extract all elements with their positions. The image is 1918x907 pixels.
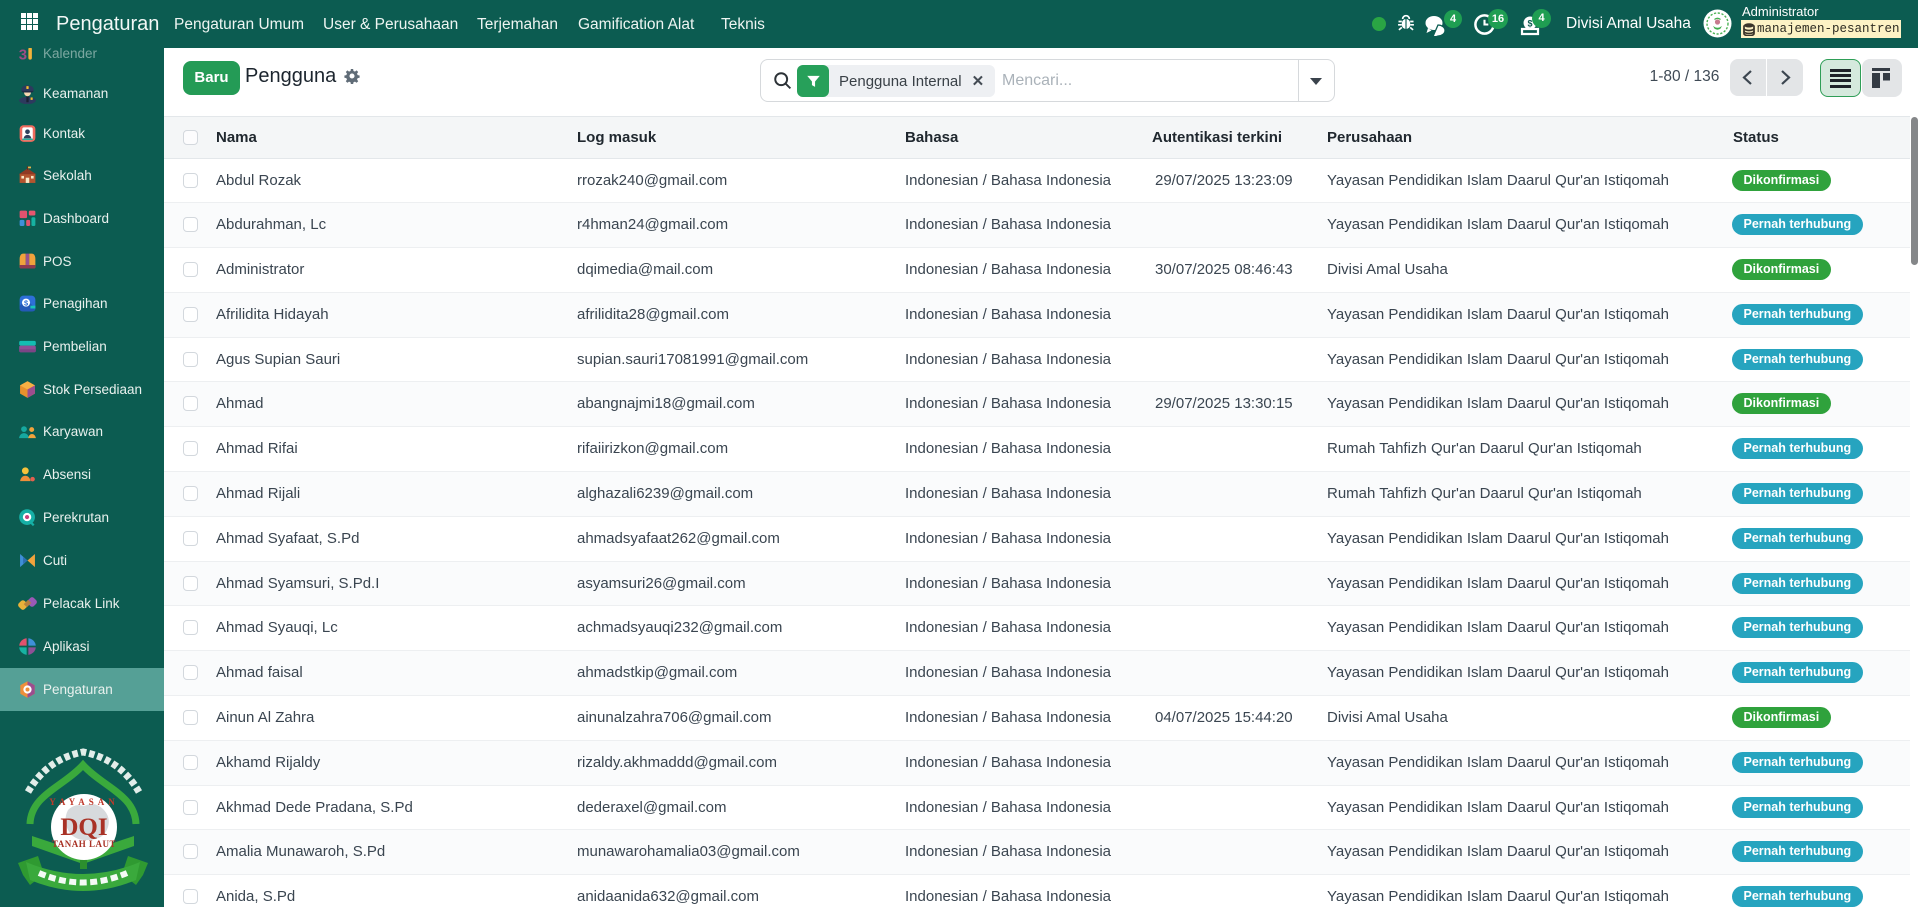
svg-text:3: 3	[19, 48, 27, 63]
svg-text:DQI: DQI	[60, 814, 107, 841]
svg-text:YAYASAN: YAYASAN	[49, 797, 119, 807]
svg-text:TANAH LAUT: TANAH LAUT	[52, 839, 116, 849]
